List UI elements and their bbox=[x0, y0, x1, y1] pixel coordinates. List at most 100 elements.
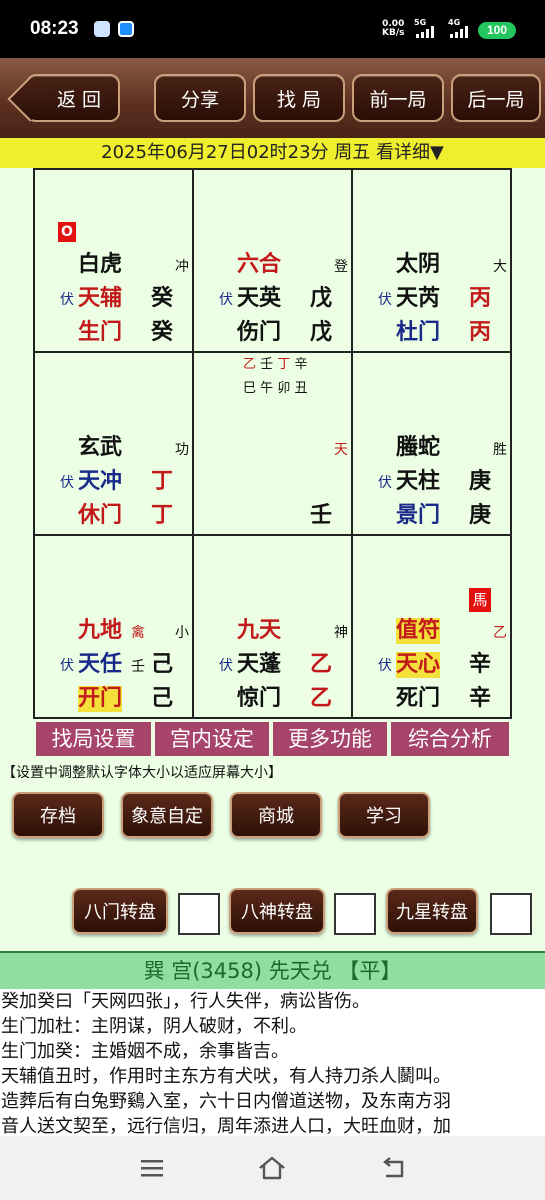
palace-extra: 禽 bbox=[131, 625, 145, 641]
info-line: 癸加癸曰「天网四张」，行人失伴，病讼皆伤。 bbox=[1, 991, 370, 1012]
signal-icon-2 bbox=[450, 26, 468, 38]
palace-tag: 乙 bbox=[493, 625, 507, 641]
info-line: 天辅值丑时，作用时主东方有犬吠，有人持刀杀人鬬叫。 bbox=[1, 1066, 451, 1087]
date-detail-bar[interactable]: 2025年06月27日02时23分 周五 看详细▼ bbox=[0, 138, 545, 168]
palace-star: 天冲 bbox=[78, 469, 123, 494]
god-turn-button[interactable]: 八神转盘 bbox=[229, 888, 325, 934]
palace-gen[interactable]: 九地 禽 小 伏 天任 壬 己 开门 己 bbox=[35, 536, 193, 718]
palace-god: 白虎 bbox=[78, 252, 123, 277]
earth-stem: 丁 bbox=[151, 503, 174, 528]
info-line: 生门加癸：主婚姻不成，余事皆吉。 bbox=[1, 1041, 289, 1062]
palace-extra-2: 壬 bbox=[131, 659, 145, 675]
status-bar: 08:23 0.00 KB/s 5G 4G 100 bbox=[0, 0, 545, 58]
palace-god: 九天 bbox=[237, 618, 282, 643]
palace-door: 开门 bbox=[78, 686, 123, 712]
fu-mark: 伏 bbox=[219, 658, 233, 674]
prev-chart-button[interactable]: 前一局 bbox=[352, 74, 444, 122]
heaven-stem: 庚 bbox=[469, 469, 492, 494]
palace-settings-button[interactable]: 宫内设定 bbox=[155, 722, 269, 756]
door-turn-checkbox[interactable] bbox=[178, 893, 220, 935]
palace-tag: 大 bbox=[493, 259, 507, 275]
font-size-notice: 【设置中调整默认字体大小以适应屏幕大小】 bbox=[2, 765, 282, 781]
palace-xun[interactable]: O 白虎 冲 伏 天辅 癸 生门 癸 bbox=[35, 170, 193, 352]
palace-tag: 功 bbox=[175, 442, 189, 458]
store-button[interactable]: 商城 bbox=[230, 792, 322, 838]
cell-badge: 馬 bbox=[469, 588, 491, 612]
star-turn-button[interactable]: 九星转盘 bbox=[386, 888, 478, 934]
palace-star: 天辅 bbox=[78, 286, 123, 311]
custom-meaning-button[interactable]: 象意自定 bbox=[121, 792, 213, 838]
palace-star: 天蓬 bbox=[237, 652, 282, 677]
palace-door: 死门 bbox=[396, 686, 441, 711]
info-line: 造葬后有白兔野鷄入室，六十日内僧道送物，及东南方羽 bbox=[1, 1091, 451, 1112]
fu-mark: 伏 bbox=[60, 658, 74, 674]
heaven-stem: 戊 bbox=[310, 286, 333, 311]
star-turn-checkbox[interactable] bbox=[490, 893, 532, 935]
palace-star: 天芮 bbox=[396, 286, 441, 311]
learn-button[interactable]: 学习 bbox=[338, 792, 430, 838]
palace-tag: 天 bbox=[334, 442, 348, 458]
palace-zhen[interactable]: 玄武 功 伏 天冲 丁 休门 丁 bbox=[35, 353, 193, 535]
palace-star: 天任 bbox=[78, 652, 123, 677]
more-functions-button[interactable]: 更多功能 bbox=[273, 722, 387, 756]
earth-stem: 辛 bbox=[469, 686, 492, 711]
palace-god: 螣蛇 bbox=[396, 435, 441, 460]
palace-tag: 神 bbox=[334, 625, 348, 641]
system-nav-bar bbox=[0, 1136, 545, 1200]
palace-kun[interactable]: 太阴 大 伏 天芮 丙 杜门 丙 bbox=[353, 170, 511, 352]
heaven-stem: 己 bbox=[151, 652, 174, 677]
heaven-stem: 丁 bbox=[151, 469, 174, 494]
palace-li[interactable]: 六合 登 伏 天英 戊 伤门 戊 bbox=[194, 170, 352, 352]
palace-door: 景门 bbox=[396, 503, 441, 528]
share-button[interactable]: 分享 bbox=[154, 74, 246, 122]
palace-god: 太阴 bbox=[396, 252, 441, 277]
find-button[interactable]: 找 局 bbox=[253, 74, 345, 122]
next-chart-button[interactable]: 后一局 bbox=[451, 74, 541, 122]
palace-tag: 冲 bbox=[175, 259, 189, 275]
earth-stem: 丙 bbox=[469, 320, 492, 345]
battery-icon: 100 bbox=[478, 22, 516, 39]
earth-stem: 庚 bbox=[469, 503, 492, 528]
back-nav-icon[interactable] bbox=[380, 1154, 410, 1182]
fu-mark: 伏 bbox=[378, 475, 392, 491]
menu-icon[interactable] bbox=[138, 1154, 168, 1182]
palace-info-title: 巽 宫(3458) 先天兑 【平】 bbox=[0, 953, 545, 989]
palace-door: 伤门 bbox=[237, 320, 282, 345]
palace-tag: 小 bbox=[175, 625, 189, 641]
pillars-stems: 乙 壬 丁 辛 bbox=[243, 357, 308, 372]
archive-button[interactable]: 存档 bbox=[12, 792, 104, 838]
palace-god: 九地 bbox=[78, 618, 123, 643]
palace-god: 六合 bbox=[237, 252, 282, 277]
analysis-button[interactable]: 综合分析 bbox=[391, 722, 509, 756]
palace-center[interactable]: 乙 壬 丁 辛 巳 午 卯 丑 天 壬 bbox=[194, 353, 352, 535]
earth-stem: 壬 bbox=[310, 503, 333, 528]
info-line: 音人送文契至，远行信归，周年添进人口，大旺血财，加 bbox=[1, 1116, 451, 1136]
palace-god: 值符 bbox=[396, 618, 441, 644]
palace-tag: 胜 bbox=[493, 442, 507, 458]
find-settings-button[interactable]: 找局设置 bbox=[36, 722, 151, 756]
palace-door: 休门 bbox=[78, 503, 123, 528]
palace-qian[interactable]: 馬 值符 乙 伏 天心 辛 死门 辛 bbox=[353, 536, 511, 718]
heaven-stem: 辛 bbox=[469, 652, 492, 677]
earth-stem: 乙 bbox=[310, 686, 333, 711]
status-time: 08:23 bbox=[30, 18, 79, 39]
fu-mark: 伏 bbox=[60, 292, 74, 308]
signal-icon bbox=[416, 26, 434, 38]
top-toolbar: 返 回 分享 找 局 前一局 后一局 bbox=[0, 58, 545, 138]
palace-star: 天英 bbox=[237, 286, 282, 311]
god-turn-checkbox[interactable] bbox=[334, 893, 376, 935]
palace-dui[interactable]: 螣蛇 胜 伏 天柱 庚 景门 庚 bbox=[353, 353, 511, 535]
heaven-stem: 癸 bbox=[151, 286, 174, 311]
palace-info-panel: 巽 宫(3458) 先天兑 【平】 癸加癸曰「天网四张」，行人失伴，病讼皆伤。 … bbox=[0, 951, 545, 1136]
back-button[interactable]: 返 回 bbox=[26, 74, 120, 122]
palace-door: 惊门 bbox=[237, 686, 282, 711]
fu-mark: 伏 bbox=[378, 658, 392, 674]
fu-mark: 伏 bbox=[378, 292, 392, 308]
fu-mark: 伏 bbox=[219, 292, 233, 308]
door-turn-button[interactable]: 八门转盘 bbox=[72, 888, 168, 934]
earth-stem: 癸 bbox=[151, 320, 174, 345]
palace-door: 杜门 bbox=[396, 320, 441, 345]
app-notification-icon-2 bbox=[118, 21, 134, 37]
home-icon[interactable] bbox=[257, 1154, 287, 1182]
palace-kan[interactable]: 九天 神 伏 天蓬 乙 惊门 乙 bbox=[194, 536, 352, 718]
